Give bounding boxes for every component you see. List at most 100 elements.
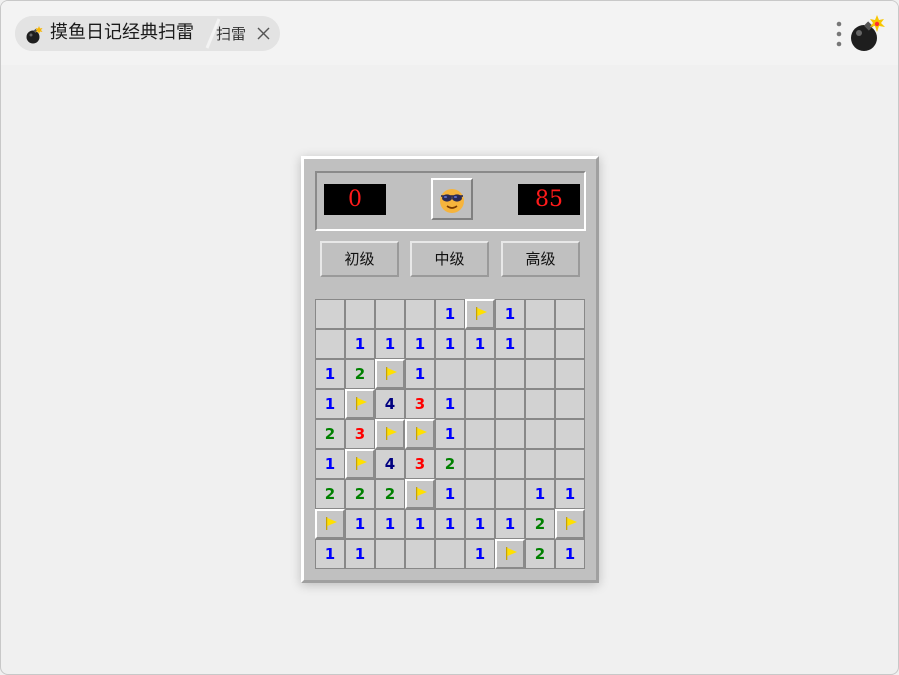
number-cell[interactable]: 1 [435, 389, 465, 419]
cell-number: 1 [324, 395, 336, 413]
cell-number: 1 [504, 305, 516, 323]
empty-cell[interactable] [465, 479, 495, 509]
flagged-cell[interactable] [375, 359, 405, 389]
empty-cell[interactable] [465, 389, 495, 419]
cell-number: 1 [444, 305, 456, 323]
number-cell[interactable]: 1 [435, 329, 465, 359]
number-cell[interactable]: 1 [375, 509, 405, 539]
number-cell[interactable]: 1 [495, 299, 525, 329]
flagged-cell[interactable] [345, 449, 375, 479]
empty-cell[interactable] [405, 299, 435, 329]
flagged-cell[interactable] [375, 419, 405, 449]
level-expert-button[interactable]: 高级 [501, 241, 580, 277]
number-cell[interactable]: 1 [405, 329, 435, 359]
flagged-cell[interactable] [495, 539, 525, 569]
empty-cell[interactable] [555, 449, 585, 479]
empty-cell[interactable] [495, 359, 525, 389]
number-cell[interactable]: 2 [345, 479, 375, 509]
number-cell[interactable]: 2 [315, 479, 345, 509]
number-cell[interactable]: 3 [405, 389, 435, 419]
empty-cell[interactable] [465, 449, 495, 479]
number-cell[interactable]: 1 [495, 509, 525, 539]
number-cell[interactable]: 2 [375, 479, 405, 509]
flagged-cell[interactable] [405, 419, 435, 449]
empty-cell[interactable] [495, 389, 525, 419]
empty-cell[interactable] [315, 329, 345, 359]
empty-cell[interactable] [375, 539, 405, 569]
flagged-cell[interactable] [345, 389, 375, 419]
number-cell[interactable]: 1 [495, 329, 525, 359]
empty-cell[interactable] [405, 539, 435, 569]
number-cell[interactable]: 1 [405, 509, 435, 539]
number-cell[interactable]: 1 [345, 539, 375, 569]
number-cell[interactable]: 1 [435, 299, 465, 329]
number-cell[interactable]: 1 [405, 359, 435, 389]
cell-number: 1 [564, 545, 576, 563]
empty-cell[interactable] [555, 299, 585, 329]
reset-face-button[interactable] [431, 178, 473, 220]
number-cell[interactable]: 1 [525, 479, 555, 509]
empty-cell[interactable] [435, 359, 465, 389]
empty-cell[interactable] [525, 359, 555, 389]
empty-cell[interactable] [465, 359, 495, 389]
number-cell[interactable]: 2 [345, 359, 375, 389]
number-cell[interactable]: 1 [465, 509, 495, 539]
number-cell[interactable]: 1 [345, 329, 375, 359]
empty-cell[interactable] [525, 449, 555, 479]
empty-cell[interactable] [525, 419, 555, 449]
number-cell[interactable]: 2 [525, 539, 555, 569]
number-cell[interactable]: 1 [375, 329, 405, 359]
number-cell[interactable]: 3 [405, 449, 435, 479]
number-cell[interactable]: 1 [465, 539, 495, 569]
empty-cell[interactable] [555, 329, 585, 359]
empty-cell[interactable] [555, 389, 585, 419]
number-cell[interactable]: 1 [315, 389, 345, 419]
empty-cell[interactable] [375, 299, 405, 329]
number-cell[interactable]: 3 [345, 419, 375, 449]
number-cell[interactable]: 1 [465, 329, 495, 359]
cell-number: 2 [354, 485, 366, 503]
number-cell[interactable]: 2 [315, 419, 345, 449]
empty-cell[interactable] [435, 539, 465, 569]
level-intermediate-button[interactable]: 中级 [410, 241, 489, 277]
number-cell[interactable]: 1 [555, 539, 585, 569]
flagged-cell[interactable] [555, 509, 585, 539]
number-cell[interactable]: 2 [435, 449, 465, 479]
empty-cell[interactable] [345, 299, 375, 329]
flagged-cell[interactable] [315, 509, 345, 539]
empty-cell[interactable] [495, 449, 525, 479]
flagged-cell[interactable] [465, 299, 495, 329]
empty-cell[interactable] [525, 389, 555, 419]
empty-cell[interactable] [555, 419, 585, 449]
number-cell[interactable]: 1 [435, 419, 465, 449]
empty-cell[interactable] [315, 299, 345, 329]
number-cell[interactable]: 2 [525, 509, 555, 539]
tab-sub-title[interactable]: 扫雷 [216, 25, 246, 43]
tab-main[interactable]: 摸鱼日记经典扫雷 [15, 16, 211, 51]
number-cell[interactable]: 1 [345, 509, 375, 539]
empty-cell[interactable] [555, 359, 585, 389]
number-cell[interactable]: 1 [315, 539, 345, 569]
more-menu-icon[interactable] [835, 21, 843, 47]
empty-cell[interactable] [525, 299, 555, 329]
number-cell[interactable]: 1 [315, 359, 345, 389]
tab-main-title: 摸鱼日记经典扫雷 [50, 22, 194, 43]
level-beginner-button[interactable]: 初级 [320, 241, 399, 277]
number-cell[interactable]: 1 [435, 479, 465, 509]
number-cell[interactable]: 4 [375, 449, 405, 479]
empty-cell[interactable] [465, 419, 495, 449]
close-icon[interactable] [257, 27, 270, 40]
cell-number: 1 [354, 545, 366, 563]
flagged-cell[interactable] [405, 479, 435, 509]
minesweeper-panel: 0 85 初级 中级 高级 11111111121143123114322221… [301, 156, 599, 583]
number-cell[interactable]: 4 [375, 389, 405, 419]
cell-number: 1 [324, 545, 336, 563]
empty-cell[interactable] [495, 479, 525, 509]
cell-number: 2 [444, 455, 456, 473]
empty-cell[interactable] [495, 419, 525, 449]
mine-counter: 0 [324, 184, 386, 215]
empty-cell[interactable] [525, 329, 555, 359]
number-cell[interactable]: 1 [435, 509, 465, 539]
number-cell[interactable]: 1 [315, 449, 345, 479]
number-cell[interactable]: 1 [555, 479, 585, 509]
